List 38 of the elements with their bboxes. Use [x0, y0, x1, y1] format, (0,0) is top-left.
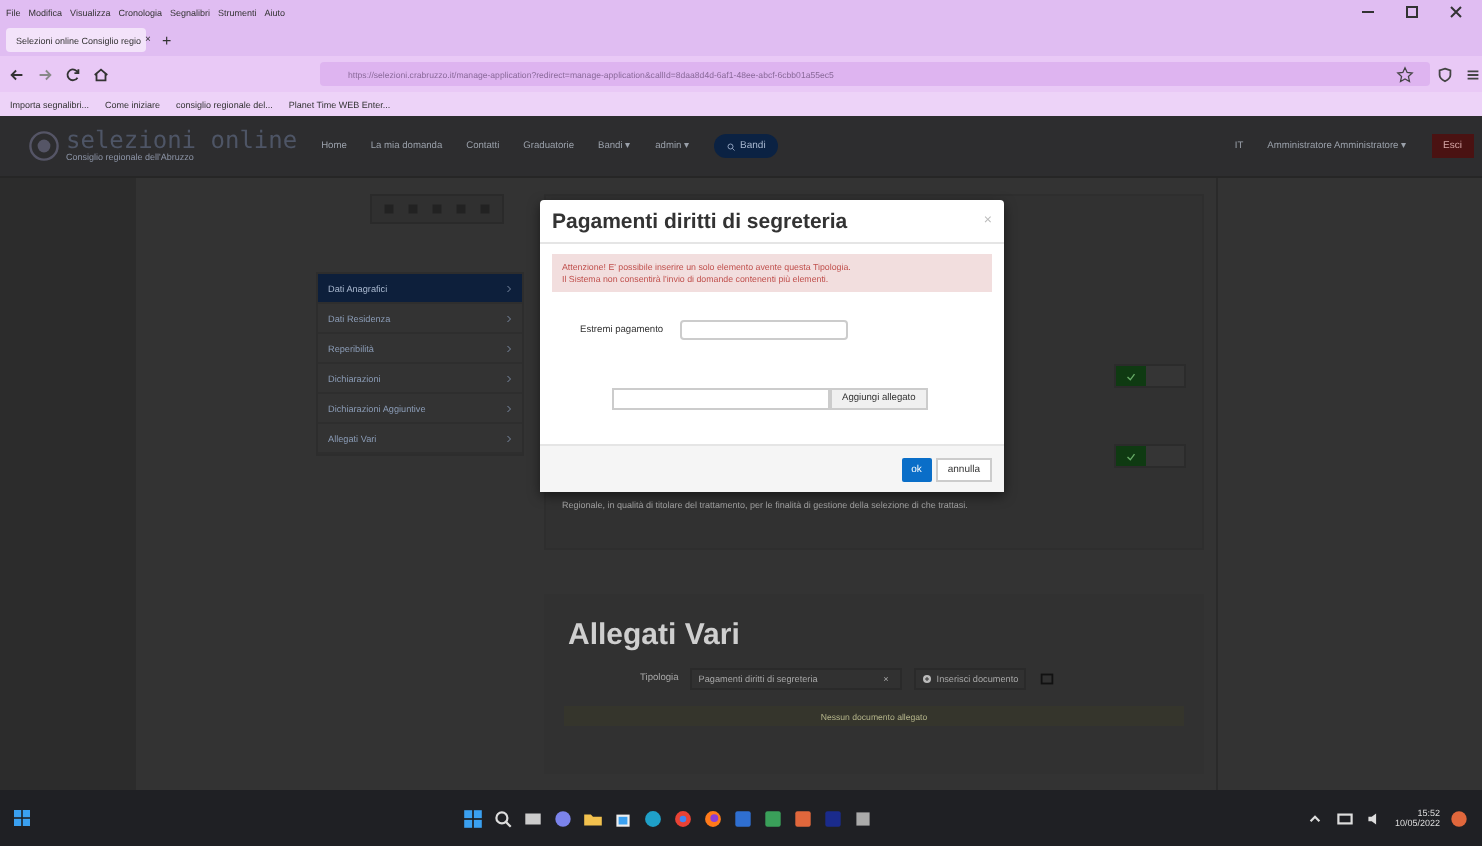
app-icon[interactable] — [792, 807, 815, 829]
modal-title: Pagamenti diritti di segreteria — [552, 209, 848, 233]
home-icon[interactable] — [92, 65, 110, 83]
chevron-right-icon — [506, 373, 512, 383]
search-icon[interactable] — [492, 807, 515, 829]
star-icon[interactable] — [1396, 65, 1414, 83]
back-icon[interactable] — [8, 65, 26, 83]
app-icon[interactable] — [732, 807, 755, 829]
browser-icon[interactable] — [672, 807, 695, 829]
chevron-right-icon — [506, 313, 512, 323]
shield-icon[interactable] — [1436, 65, 1454, 83]
browser-icon[interactable] — [642, 807, 665, 829]
restore-icon[interactable] — [1402, 2, 1422, 22]
windows-icon[interactable] — [462, 807, 485, 829]
consent-toggle[interactable] — [1114, 364, 1186, 388]
check-icon — [1124, 449, 1138, 463]
chat-icon[interactable] — [552, 807, 575, 829]
search-icon — [726, 141, 737, 151]
menu-icon[interactable] — [1464, 65, 1482, 83]
chevron-right-icon — [506, 283, 512, 293]
app-icon[interactable] — [762, 807, 785, 829]
consent-toggle[interactable] — [1114, 444, 1186, 468]
new-tab-button[interactable]: + — [162, 31, 172, 49]
start-icon[interactable] — [12, 808, 32, 828]
file-field[interactable] — [612, 388, 830, 410]
check-icon — [1124, 369, 1138, 383]
close-icon[interactable] — [1446, 2, 1466, 22]
browser-icon[interactable] — [702, 807, 725, 829]
emblem-icon — [28, 130, 60, 162]
section-heading: Allegati Vari — [566, 618, 742, 652]
reload-icon[interactable] — [64, 65, 82, 83]
payment-details-field[interactable] — [679, 320, 848, 340]
chevron-right-icon — [506, 403, 512, 413]
app-icon[interactable] — [852, 807, 875, 829]
chevron-right-icon — [506, 343, 512, 353]
chevron-right-icon — [506, 433, 512, 443]
notification-icon[interactable] — [1448, 807, 1470, 829]
plus-circle-icon — [922, 674, 933, 684]
